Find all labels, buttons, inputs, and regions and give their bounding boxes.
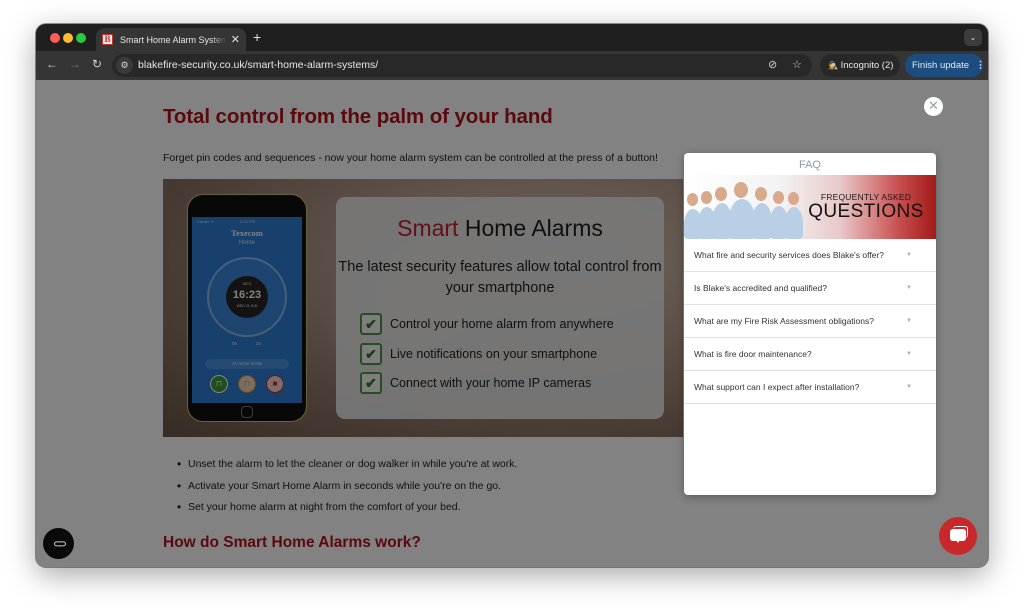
faq-question[interactable]: What support can I expect after installa… bbox=[684, 371, 936, 404]
faq-question-text: What fire and security services does Bla… bbox=[694, 250, 884, 260]
faq-question[interactable]: What fire and security services does Bla… bbox=[684, 239, 936, 272]
reload-button[interactable]: ↻ bbox=[92, 57, 102, 71]
site-info-icon[interactable]: ⚙ bbox=[116, 57, 133, 74]
accessibility-button[interactable]: ⊂⊃ bbox=[43, 528, 74, 559]
faq-banner: FREQUENTLY ASKED QUESTIONS bbox=[684, 175, 936, 239]
chat-icon bbox=[950, 529, 966, 543]
more-icon: ⋮ bbox=[975, 60, 986, 71]
faq-question-text: What support can I expect after installa… bbox=[694, 382, 860, 392]
incognito-icon: 🕵 bbox=[828, 61, 838, 70]
browser-window: B Smart Home Alarm Systems | Blake Fire … bbox=[36, 24, 988, 567]
team-photo bbox=[684, 182, 814, 239]
faq-question[interactable]: What are my Fire Risk Assessment obligat… bbox=[684, 305, 936, 338]
browser-toolbar: ← → ↻ ⚙ blakefire-security.co.uk/smart-h… bbox=[36, 51, 988, 80]
faq-question-text: What is fire door maintenance? bbox=[694, 349, 812, 359]
chevron-down-icon: ▼ bbox=[906, 384, 912, 390]
close-faq-icon[interactable]: ✕ bbox=[924, 97, 943, 116]
chevron-down-icon: ▼ bbox=[906, 285, 912, 291]
new-tab-button[interactable]: + bbox=[253, 29, 261, 45]
chevron-down-icon: ▼ bbox=[906, 252, 912, 258]
incognito-label: Incognito (2) bbox=[840, 60, 894, 71]
tab-search-button[interactable]: ⌄ bbox=[964, 29, 982, 46]
faq-title: FAQ bbox=[798, 159, 821, 171]
accessibility-icon: ⊂⊃ bbox=[53, 539, 67, 550]
close-window-button[interactable] bbox=[50, 33, 60, 43]
url-text[interactable]: blakefire-security.co.uk/smart-home-alar… bbox=[138, 59, 378, 71]
bookmark-star-icon[interactable]: ☆ bbox=[792, 58, 802, 71]
banner-title: QUESTIONS bbox=[808, 201, 924, 222]
eye-off-icon[interactable]: ⊘ bbox=[768, 58, 777, 71]
incognito-button[interactable]: 🕵 Incognito (2) bbox=[820, 54, 900, 77]
chevron-down-icon: ▼ bbox=[906, 351, 912, 357]
close-tab-icon[interactable]: ✕ bbox=[231, 33, 240, 46]
tab-strip: B Smart Home Alarm Systems | Blake Fire … bbox=[36, 24, 988, 51]
favicon-icon: B bbox=[102, 34, 113, 45]
web-page: Total control from the palm of your hand… bbox=[36, 80, 988, 567]
faq-question-text: What are my Fire Risk Assessment obligat… bbox=[694, 316, 874, 326]
faq-question[interactable]: What is fire door maintenance? ▼ bbox=[684, 338, 936, 371]
finish-update-label: Finish update bbox=[912, 60, 970, 71]
maximize-window-button[interactable] bbox=[76, 33, 86, 43]
chevron-down-icon: ▼ bbox=[906, 318, 912, 324]
tab-title: Smart Home Alarm Systems | Blake Fire & … bbox=[120, 34, 227, 45]
faq-question-text: Is Blake's accredited and qualified? bbox=[694, 283, 827, 293]
faq-panel: FAQ FREQUENTLY ASKED QUESTIONS What fire… bbox=[684, 153, 936, 495]
back-button[interactable]: ← bbox=[46, 57, 58, 71]
faq-question[interactable]: Is Blake's accredited and qualified? ▼ bbox=[684, 272, 936, 305]
finish-update-button[interactable]: Finish update ⋮ bbox=[905, 54, 986, 77]
chat-button[interactable] bbox=[939, 517, 977, 555]
tab-active[interactable]: B Smart Home Alarm Systems | Blake Fire … bbox=[96, 28, 246, 51]
forward-button[interactable]: → bbox=[69, 57, 81, 71]
minimize-window-button[interactable] bbox=[63, 33, 73, 43]
address-bar[interactable]: ⚙ blakefire-security.co.uk/smart-home-al… bbox=[112, 54, 812, 77]
